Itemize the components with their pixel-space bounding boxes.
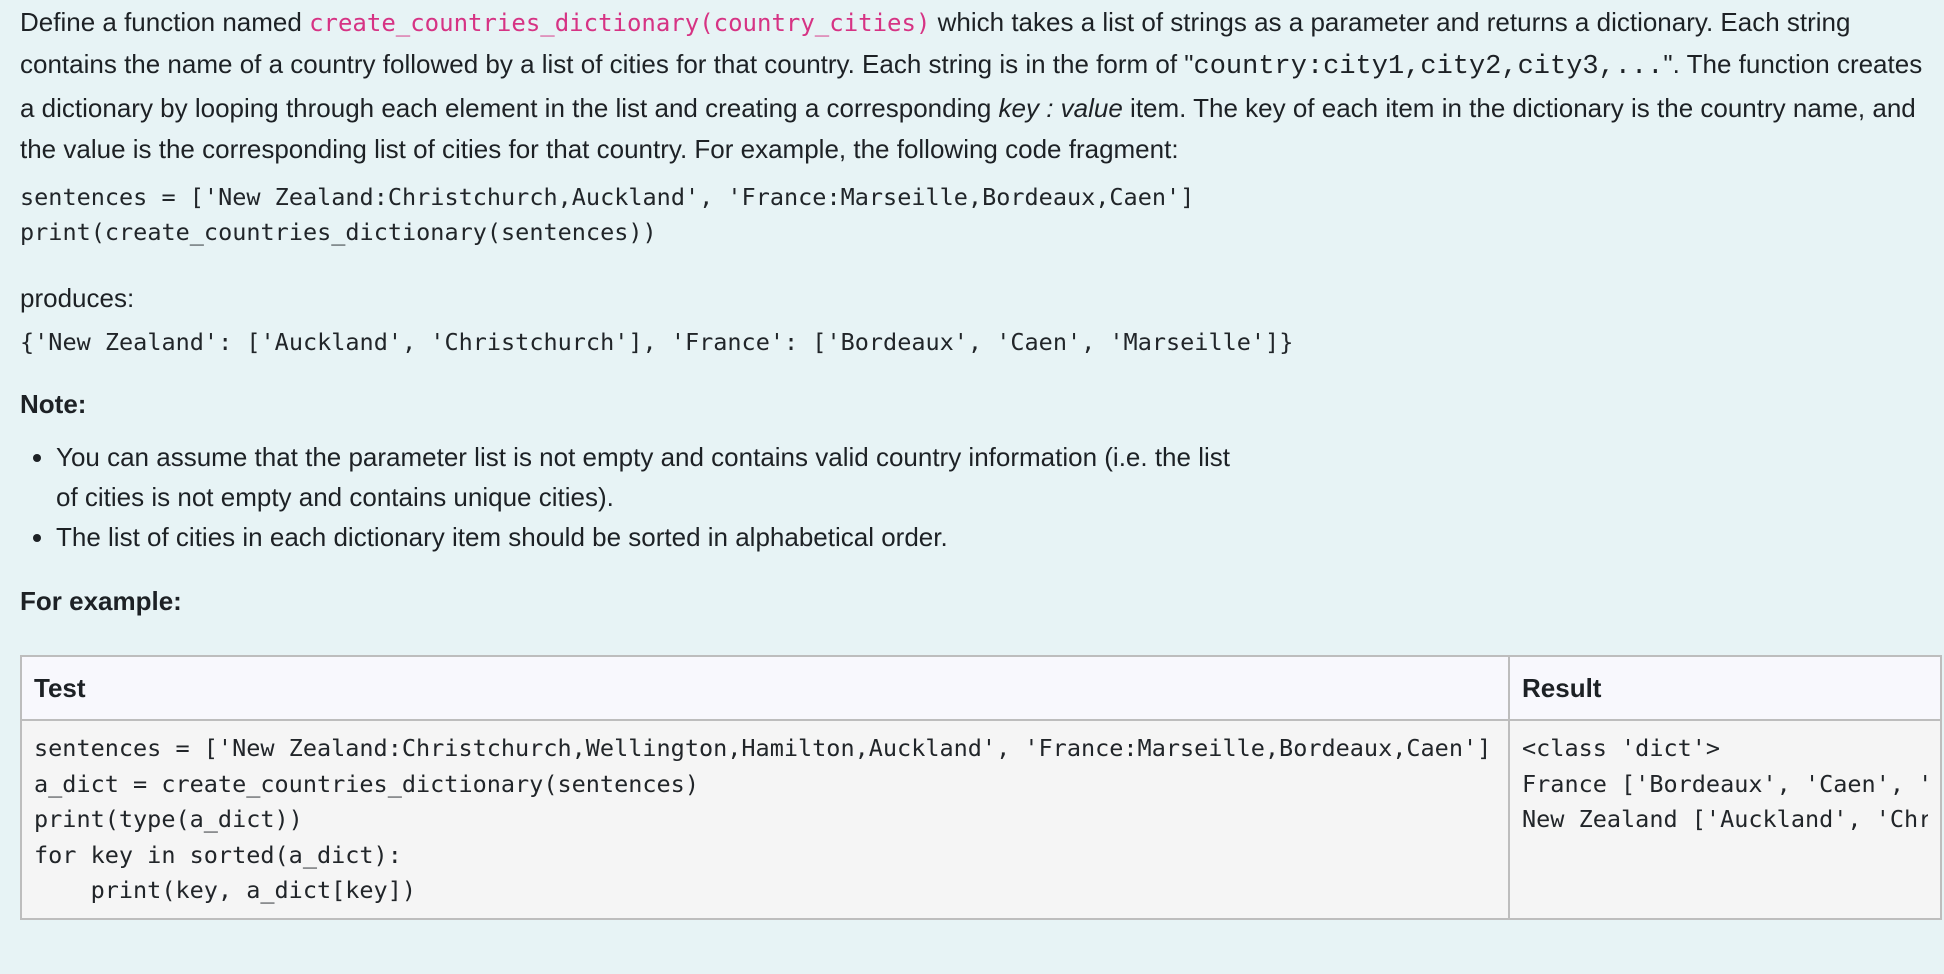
for-example-heading: For example: (20, 586, 182, 616)
key-value-term: key : value (998, 93, 1123, 123)
result-cell: <class 'dict'> France ['Bordeaux', 'Caen… (1508, 719, 1942, 920)
produces-label: produces: (20, 283, 135, 313)
table-row: sentences = ['New Zealand:Christchurch,W… (20, 719, 1942, 920)
intro-text-1: Define a function named (20, 7, 310, 37)
question-intro: Define a function named create_countries… (20, 2, 1940, 170)
note-item: The list of cities in each dictionary it… (56, 517, 1940, 557)
test-cell: sentences = ['New Zealand:Christchurch,W… (20, 719, 1510, 920)
format-code: country:city1,city2,city3,... (1193, 52, 1664, 82)
notes-list: You can assume that the parameter list i… (20, 437, 1940, 557)
examples-table: Test Result sentences = ['New Zealand:Ch… (20, 655, 1942, 920)
header-test: Test (20, 655, 1510, 721)
function-signature: create_countries_dictionary(country_citi… (309, 9, 931, 37)
example-output-block: {'New Zealand': ['Auckland', 'Christchur… (20, 328, 1294, 356)
question-text: Define a function named create_countries… (20, 2, 1940, 622)
example-code-block: sentences = ['New Zealand:Christchurch,A… (20, 183, 1195, 246)
note-item: You can assume that the parameter list i… (56, 437, 1256, 517)
table-header-row: Test Result (20, 655, 1942, 721)
note-heading: Note: (20, 389, 87, 419)
header-result: Result (1508, 655, 1942, 721)
test-code: sentences = ['New Zealand:Christchurch,W… (34, 734, 1492, 904)
result-output: <class 'dict'> France ['Bordeaux', 'Caen… (1522, 734, 1928, 833)
